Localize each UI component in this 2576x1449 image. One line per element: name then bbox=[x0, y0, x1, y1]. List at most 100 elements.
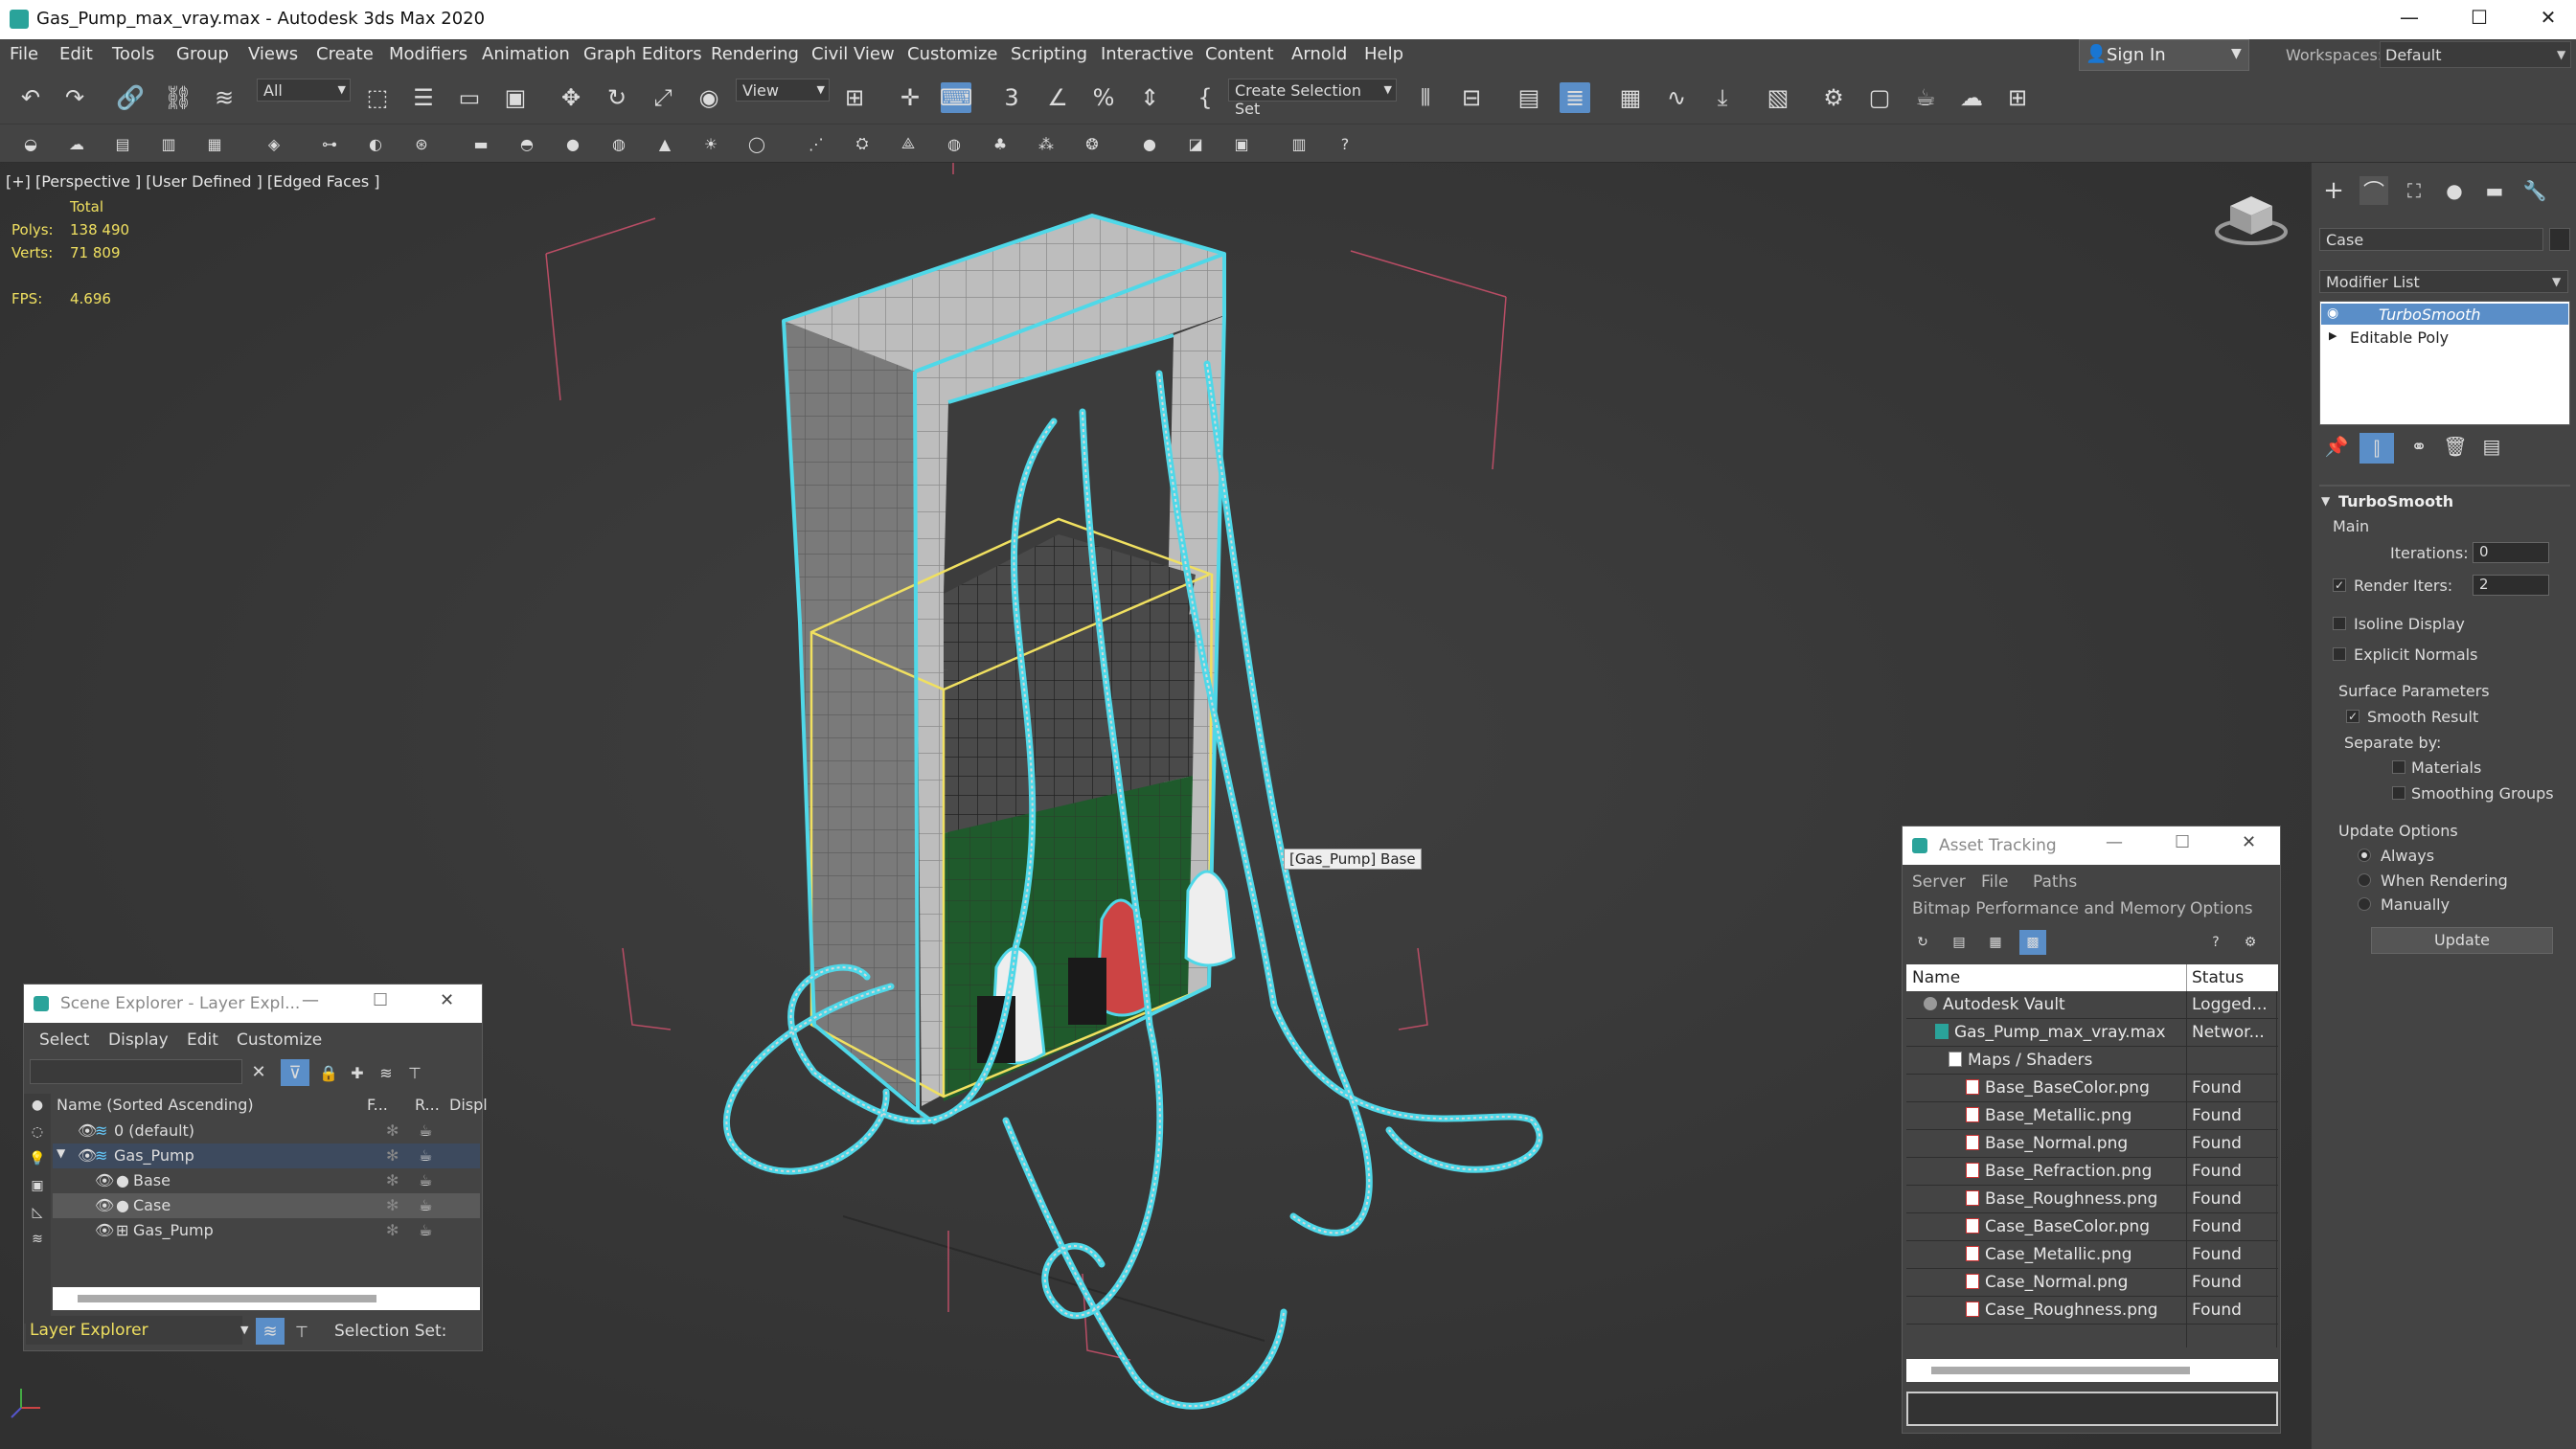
display-tab-icon[interactable]: ▬ bbox=[2480, 176, 2509, 205]
menu-edit[interactable]: Edit bbox=[187, 1030, 218, 1050]
list-item[interactable]: 👁 ≋ 0 (default) ✻ ☕ bbox=[53, 1119, 480, 1143]
menu-server[interactable]: Server bbox=[1912, 872, 1966, 892]
rollout-title[interactable]: TurboSmooth bbox=[2338, 492, 2453, 510]
scale-icon[interactable]: ⤢ bbox=[648, 82, 678, 113]
column-frozen[interactable]: F... bbox=[367, 1096, 388, 1114]
utilities-tab-icon[interactable]: 🔧 bbox=[2520, 176, 2549, 205]
clear-search-icon[interactable]: ✕ bbox=[248, 1061, 269, 1082]
maximize-button[interactable]: ☐ bbox=[373, 990, 388, 1010]
column-renderable[interactable]: R... bbox=[415, 1096, 440, 1114]
pin-stack-icon[interactable]: 📌 bbox=[2323, 433, 2350, 460]
eye-icon[interactable]: 👁 bbox=[95, 1196, 114, 1214]
workspaces-dropdown[interactable]: Default ▼ bbox=[2380, 41, 2571, 68]
redo-icon[interactable]: ↷ bbox=[59, 82, 90, 113]
menu-views[interactable]: Views bbox=[248, 44, 298, 64]
column-name[interactable]: Name (Sorted Ascending) bbox=[57, 1096, 254, 1114]
menu-interactive[interactable]: Interactive bbox=[1101, 44, 1194, 64]
collapse-triangle-icon[interactable]: ▼ bbox=[57, 1146, 65, 1160]
layer-explorer-toggle-icon[interactable]: ≋ bbox=[256, 1318, 285, 1345]
sign-in-dropdown[interactable]: 👤 Sign In ▼ bbox=[2079, 39, 2249, 71]
smoothing-groups-checkbox[interactable] bbox=[2392, 786, 2405, 800]
clipper-icon[interactable]: ⟁ bbox=[897, 132, 920, 155]
menu-create[interactable]: Create bbox=[316, 44, 374, 64]
shapes-filter-icon[interactable]: ◌ bbox=[26, 1121, 49, 1143]
pivot-center-icon[interactable]: ⊞ bbox=[839, 82, 870, 113]
render-iters-spinner[interactable]: 2 bbox=[2473, 575, 2549, 596]
when-rendering-radio[interactable] bbox=[2358, 873, 2371, 887]
menu-group[interactable]: Group bbox=[176, 44, 229, 64]
selection-filter-dropdown[interactable]: All ▼ bbox=[257, 79, 351, 102]
render-iters-checkbox[interactable]: ✓ bbox=[2333, 578, 2346, 592]
column-display[interactable]: Displ bbox=[449, 1096, 488, 1114]
viewport-label[interactable]: [+] [Perspective ] [User Defined ] [Edge… bbox=[6, 172, 379, 191]
move-icon[interactable]: ✥ bbox=[556, 82, 586, 113]
expand-triangle-icon[interactable]: ▶ bbox=[2329, 329, 2337, 342]
material-editor-icon[interactable]: ▧ bbox=[1763, 82, 1793, 113]
configure-modifier-sets-icon[interactable]: ▤ bbox=[2478, 433, 2505, 460]
smooth-result-checkbox[interactable]: ✓ bbox=[2346, 710, 2359, 723]
table-row[interactable]: Base_Metallic.png Found bbox=[1906, 1102, 2278, 1130]
iterations-spinner[interactable]: 0 bbox=[2473, 542, 2549, 563]
cameras-filter-icon[interactable]: ▣ bbox=[26, 1174, 49, 1197]
help-icon[interactable]: ? bbox=[1334, 132, 1356, 155]
texture-icon[interactable]: ◪ bbox=[1184, 132, 1207, 155]
scene-explorer-titlebar[interactable]: Scene Explorer - Layer Expl... — ☐ ✕ bbox=[24, 985, 482, 1023]
materials-checkbox[interactable] bbox=[2392, 760, 2405, 774]
sphere-icon[interactable]: ● bbox=[561, 132, 584, 155]
maximize-button[interactable]: ☐ bbox=[2465, 6, 2494, 29]
table-row[interactable]: Base_Normal.png Found bbox=[1906, 1130, 2278, 1158]
add-layer-icon[interactable]: ✚ bbox=[346, 1061, 369, 1084]
menu-content[interactable]: Content bbox=[1205, 44, 1274, 64]
update-button[interactable]: Update bbox=[2371, 927, 2553, 954]
object-name-field[interactable]: Case bbox=[2319, 228, 2543, 251]
table-row[interactable]: Autodesk Vault Logged... bbox=[1906, 991, 2278, 1019]
rect-selection-icon[interactable]: ▭ bbox=[454, 82, 485, 113]
always-radio[interactable] bbox=[2358, 849, 2371, 862]
table-view-icon[interactable]: ▦ bbox=[1985, 932, 2006, 953]
table-row[interactable]: Case_Normal.png Found bbox=[1906, 1269, 2278, 1297]
toggle-layer-explorer-icon[interactable]: ≣ bbox=[1560, 82, 1590, 113]
menu-arnold[interactable]: Arnold bbox=[1291, 44, 1347, 64]
helpers-filter-icon[interactable]: ◺ bbox=[26, 1201, 49, 1224]
horizontal-scrollbar[interactable] bbox=[1906, 1359, 2278, 1382]
menu-civil-view[interactable]: Civil View bbox=[811, 44, 895, 64]
manually-radio[interactable] bbox=[2358, 897, 2371, 911]
menu-modifiers[interactable]: Modifiers bbox=[389, 44, 467, 64]
bind-spacewarp-icon[interactable]: ≋ bbox=[209, 82, 239, 113]
refresh-icon[interactable]: ↻ bbox=[1912, 932, 1933, 953]
scrollbar-thumb[interactable] bbox=[78, 1295, 376, 1302]
close-button[interactable]: ✕ bbox=[2242, 832, 2256, 852]
render-icon[interactable]: ☕ bbox=[419, 1121, 432, 1140]
edit-named-selection-icon[interactable]: { bbox=[1190, 82, 1220, 113]
render-icon[interactable]: ☕ bbox=[419, 1146, 432, 1165]
menu-customize[interactable]: Customize bbox=[907, 44, 997, 64]
modify-tab-icon[interactable]: ⌒ bbox=[2359, 176, 2388, 205]
menu-paths[interactable]: Paths bbox=[2033, 872, 2077, 892]
unlink-icon[interactable]: ⛓ bbox=[163, 82, 194, 113]
rendered-frame-window-icon[interactable]: ▢ bbox=[1864, 82, 1895, 113]
freeze-icon[interactable]: ✻ bbox=[386, 1146, 399, 1165]
keyboard-shortcut-override-icon[interactable]: ⌨ bbox=[940, 82, 972, 113]
render-icon[interactable]: ☕ bbox=[419, 1221, 432, 1239]
angle-snap-icon[interactable]: ∠ bbox=[1042, 82, 1073, 113]
motion-tab-icon[interactable]: ● bbox=[2440, 176, 2469, 205]
window-crossing-icon[interactable]: ▣ bbox=[500, 82, 531, 113]
menu-rendering[interactable]: Rendering bbox=[711, 44, 799, 64]
explorer-mode-dropdown[interactable]: Layer Explorer ▼ bbox=[26, 1316, 248, 1345]
place-icon[interactable]: ◉ bbox=[694, 82, 724, 113]
a360-gallery-icon[interactable]: ⊞ bbox=[2002, 82, 2033, 113]
scatter-icon[interactable]: ⁂ bbox=[1035, 132, 1058, 155]
layer-icon[interactable]: ◈ bbox=[262, 132, 285, 155]
table-row[interactable]: Maps / Shaders bbox=[1906, 1047, 2278, 1075]
table-row[interactable]: Base_Roughness.png Found bbox=[1906, 1186, 2278, 1213]
spacewarps-filter-icon[interactable]: ≋ bbox=[26, 1228, 49, 1251]
grid-view-icon[interactable]: ▩ bbox=[2019, 930, 2046, 955]
asset-path-field[interactable] bbox=[1906, 1392, 2278, 1426]
menu-help[interactable]: Help bbox=[1364, 44, 1403, 64]
horizontal-scrollbar[interactable] bbox=[53, 1287, 480, 1310]
filter-icon[interactable]: ⊽ bbox=[281, 1059, 309, 1086]
table-row[interactable]: Case_Metallic.png Found bbox=[1906, 1241, 2278, 1269]
minimize-button[interactable]: — bbox=[2395, 6, 2424, 29]
create-tab-icon[interactable]: + bbox=[2319, 176, 2348, 205]
remove-modifier-icon[interactable]: 🗑 bbox=[2442, 433, 2469, 460]
